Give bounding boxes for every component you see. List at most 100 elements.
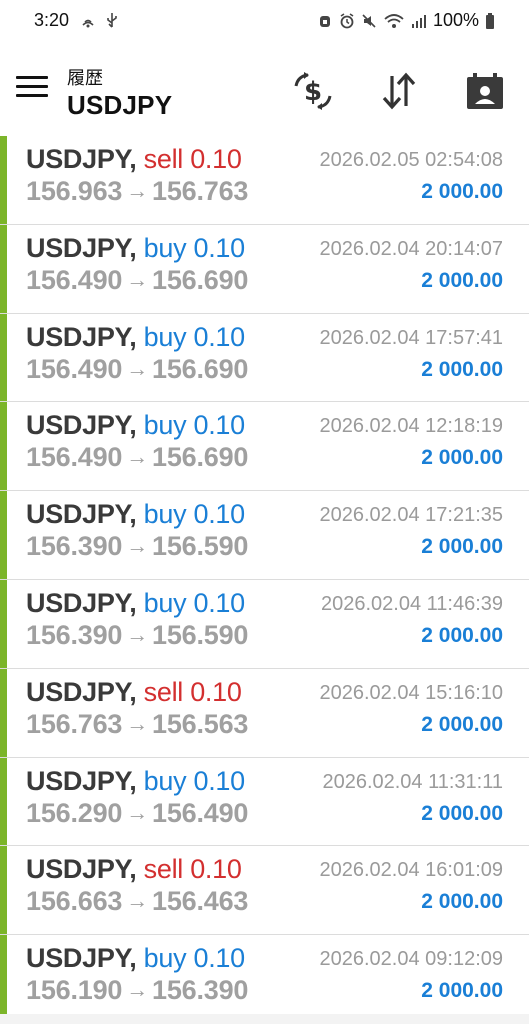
row-accent-bar	[0, 668, 7, 757]
arrow-right-icon: →	[126, 621, 149, 647]
trade-row[interactable]: USDJPY, buy 0.10 156.490 → 156.690 2026.02.0…	[0, 402, 529, 492]
sort-icon[interactable]	[378, 70, 420, 112]
usb-icon	[107, 13, 117, 28]
trade-side: buy	[143, 765, 187, 796]
trade-side: sell	[143, 854, 184, 885]
trade-title: USDJPY, buy 0.10	[26, 943, 245, 974]
arrow-right-icon: →	[126, 710, 149, 736]
page-subtitle: 履歴	[67, 68, 103, 89]
trade-profit: 2 000.00	[421, 712, 503, 736]
trade-side: buy	[143, 587, 187, 618]
close-price: 156.463	[152, 886, 249, 917]
trade-symbol: USDJPY,	[26, 587, 137, 618]
close-price: 156.690	[152, 442, 249, 473]
trade-symbol: USDJPY,	[26, 943, 137, 974]
trade-title: USDJPY, buy 0.10	[26, 322, 245, 353]
trade-title: USDJPY, buy 0.10	[26, 766, 245, 797]
trade-profit: 2 000.00	[421, 357, 503, 381]
arrow-right-icon: →	[126, 355, 149, 381]
trade-profit: 2 000.00	[421, 979, 503, 1003]
calendar-contact-icon[interactable]	[464, 70, 506, 112]
trade-symbol: USDJPY,	[26, 676, 137, 707]
trade-symbol: USDJPY,	[26, 232, 137, 263]
status-right: 100%	[317, 10, 495, 31]
trade-row[interactable]: USDJPY, buy 0.10 156.290 → 156.490 2026.02.0…	[0, 757, 529, 847]
row-accent-bar	[0, 935, 7, 1023]
trade-row[interactable]: USDJPY, buy 0.10 156.490 → 156.690 2026.02.0…	[0, 224, 529, 314]
alarm-icon	[340, 12, 354, 28]
trade-prices: 156.490 → 156.690	[26, 442, 248, 473]
trade-time: 2026.02.05 02:54:08	[319, 149, 503, 171]
trade-row[interactable]: USDJPY, buy 0.10 156.490 → 156.690 2026.02.0…	[0, 313, 529, 403]
trade-time: 2026.02.04 17:21:35	[319, 504, 503, 527]
close-price: 156.590	[152, 531, 249, 562]
trade-prices: 156.190 → 156.390	[26, 975, 248, 1006]
trade-profit: 2 000.00	[421, 801, 503, 825]
trade-profit: 2 000.00	[421, 268, 503, 292]
trade-title: USDJPY, sell 0.10	[26, 677, 242, 708]
status-bar: 3:20 100%	[0, 0, 529, 44]
close-price: 156.390	[152, 975, 249, 1006]
row-accent-bar	[0, 757, 7, 846]
trade-row[interactable]: USDJPY, sell 0.10 156.963 → 156.763 2026.02.…	[0, 136, 529, 225]
trade-time: 2026.02.04 11:46:39	[320, 592, 503, 615]
menu-icon[interactable]	[16, 76, 48, 100]
trade-volume: 0.10	[193, 587, 246, 618]
trade-symbol: USDJPY,	[26, 499, 137, 530]
row-accent-bar	[0, 136, 7, 224]
trade-symbol: USDJPY,	[26, 144, 137, 174]
trade-side: sell	[143, 144, 184, 174]
open-price: 156.490	[26, 442, 123, 473]
arrow-right-icon: →	[126, 178, 149, 203]
trade-side: buy	[143, 321, 187, 352]
trade-prices: 156.390 → 156.590	[26, 620, 248, 651]
trade-profit: 2 000.00	[421, 180, 503, 203]
trade-volume: 0.10	[190, 144, 242, 174]
trade-symbol: USDJPY,	[26, 321, 137, 352]
trade-prices: 156.390 → 156.590	[26, 531, 248, 562]
close-price: 156.690	[152, 264, 249, 295]
open-price: 156.763	[26, 708, 123, 739]
trade-row[interactable]: USDJPY, sell 0.10 156.763 → 156.563 2026.02.…	[0, 668, 529, 758]
trade-time: 2026.02.04 15:16:10	[319, 681, 503, 704]
trade-volume: 0.10	[193, 321, 246, 352]
currency-exchange-icon[interactable]: $	[292, 70, 334, 112]
row-accent-bar	[0, 313, 7, 402]
trade-symbol: USDJPY,	[26, 410, 137, 441]
battery-percent: 100%	[432, 10, 479, 30]
trade-time: 2026.02.04 12:18:19	[319, 415, 503, 438]
close-price: 156.690	[152, 353, 249, 384]
status-time: 3:20	[34, 10, 70, 30]
arrow-right-icon: →	[126, 888, 149, 914]
trade-volume: 0.10	[193, 943, 246, 974]
trade-symbol: USDJPY,	[26, 854, 137, 885]
trade-volume: 0.10	[193, 410, 246, 441]
bottom-strip	[0, 1014, 529, 1024]
trade-time: 2026.02.04 09:12:09	[319, 948, 503, 971]
open-price: 156.490	[26, 264, 123, 295]
trade-row[interactable]: USDJPY, buy 0.10 156.390 → 156.590 2026.02.0…	[0, 491, 529, 580]
open-price: 156.190	[26, 975, 123, 1006]
trade-title: USDJPY, buy 0.10	[26, 588, 245, 619]
trade-title: USDJPY, buy 0.10	[26, 499, 245, 530]
trade-prices: 156.490 → 156.690	[26, 354, 248, 385]
trade-row[interactable]: USDJPY, buy 0.10 156.190 → 156.390 2026.02.0…	[0, 935, 529, 1024]
arrow-right-icon: →	[126, 266, 149, 292]
page-title: USDJPY	[67, 90, 173, 120]
trade-time: 2026.02.04 16:01:09	[319, 859, 503, 882]
trade-title: USDJPY, buy 0.10	[26, 410, 245, 441]
close-price: 156.490	[152, 797, 249, 828]
trade-profit: 2 000.00	[421, 535, 503, 559]
trade-time: 2026.02.04 20:14:07	[319, 237, 503, 260]
open-price: 156.390	[26, 619, 123, 650]
arrow-right-icon: →	[126, 444, 149, 470]
trade-prices: 156.490 → 156.690	[26, 265, 248, 296]
trade-side: sell	[143, 676, 184, 707]
trade-history-list: USDJPY, sell 0.10 156.963 → 156.763 2026.02.…	[0, 136, 529, 1024]
arrow-right-icon: →	[126, 533, 149, 559]
trade-row[interactable]: USDJPY, buy 0.10 156.390 → 156.590 2026.02.0…	[0, 579, 529, 669]
arrow-right-icon: →	[126, 977, 149, 1003]
mute-icon	[362, 13, 376, 28]
trade-volume: 0.10	[193, 232, 246, 263]
trade-row[interactable]: USDJPY, sell 0.10 156.663 → 156.463 2026.02.…	[0, 846, 529, 936]
